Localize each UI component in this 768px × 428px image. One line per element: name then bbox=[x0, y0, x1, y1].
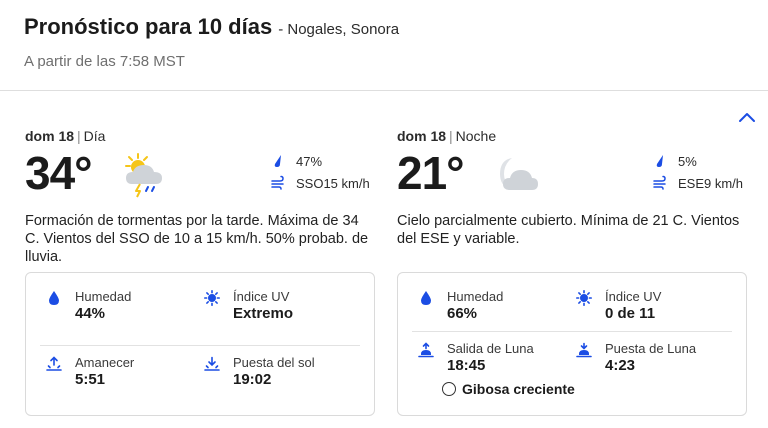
precip-row: 5% bbox=[652, 150, 743, 172]
daypart-date: dom 18 bbox=[397, 128, 447, 144]
temperature: 21° bbox=[397, 147, 465, 199]
uv-label: Índice UV bbox=[605, 289, 662, 304]
moonset-icon bbox=[576, 342, 592, 358]
humidity-drop-icon bbox=[49, 291, 59, 305]
night-panel: dom 18 | Noche 21° 5% ESE9 km/h Cielo parc… bbox=[397, 128, 749, 416]
sunset-icon bbox=[204, 356, 220, 371]
moon-phase: Gibosa creciente bbox=[442, 381, 575, 397]
sunset-label: Puesta del sol bbox=[233, 355, 315, 370]
details-card: Humedad 44% Índice UV Extremo Amanecer 5… bbox=[25, 272, 375, 416]
as-of-timestamp: A partir de las 7:58 MST bbox=[24, 53, 185, 70]
details-card: Humedad 66% Índice UV 0 de 11 Salida de … bbox=[397, 272, 747, 416]
partly-cloudy-night-icon bbox=[500, 158, 538, 190]
moonrise-label: Salida de Luna bbox=[447, 341, 534, 356]
day-panel: dom 18 | Día 34° 47% SSO15 km/h Formació… bbox=[25, 128, 377, 416]
moonrise-value: 18:45 bbox=[447, 357, 486, 374]
raindrop-icon bbox=[656, 155, 663, 167]
temperature-row: 34° 47% SSO15 km/h bbox=[25, 148, 377, 204]
sunrise-label: Amanecer bbox=[75, 355, 135, 370]
forecast-header: Pronóstico para 10 días - Nogales, Sonor… bbox=[24, 14, 744, 70]
uv-sun-icon bbox=[576, 290, 592, 306]
details-divider bbox=[40, 345, 360, 346]
sunrise-icon bbox=[46, 356, 62, 371]
wind-icon bbox=[271, 175, 284, 190]
header-divider bbox=[0, 90, 768, 91]
humidity-label: Humedad bbox=[447, 289, 504, 304]
uv-label: Índice UV bbox=[233, 289, 290, 304]
raindrop-icon bbox=[274, 155, 281, 167]
temperature-row: 21° 5% ESE9 km/h bbox=[397, 148, 749, 204]
precip-row: 47% bbox=[270, 150, 370, 172]
sunrise-value: 5:51 bbox=[75, 371, 106, 388]
humidity-label: Humedad bbox=[75, 289, 132, 304]
moon-phase-label: Gibosa creciente bbox=[462, 381, 575, 397]
precip-wind-meta: 47% SSO15 km/h bbox=[270, 150, 370, 194]
humidity-value: 66% bbox=[447, 305, 478, 322]
moonrise-icon bbox=[418, 342, 434, 358]
daypart-header: dom 18 | Noche bbox=[397, 128, 749, 144]
precip-wind-meta: 5% ESE9 km/h bbox=[652, 150, 743, 194]
forecast-narrative: Cielo parcialmente cubierto. Mínima de 2… bbox=[397, 213, 740, 247]
daypart-name: Noche bbox=[455, 128, 497, 144]
chevron-up-icon[interactable] bbox=[738, 110, 756, 124]
title-line: Pronóstico para 10 días - Nogales, Sonor… bbox=[24, 14, 744, 40]
page-title: Pronóstico para 10 días bbox=[24, 14, 273, 39]
temperature: 34° bbox=[25, 147, 93, 199]
location-name: - Nogales, Sonora bbox=[278, 21, 400, 38]
forecast-narrative: Formación de tormentas por la tarde. Máx… bbox=[25, 213, 369, 265]
precip-chance: 5% bbox=[678, 153, 697, 169]
separator: | bbox=[77, 128, 81, 144]
sunset-value: 19:02 bbox=[233, 371, 272, 388]
daypart-date: dom 18 bbox=[25, 128, 75, 144]
moon-phase-icon bbox=[442, 382, 456, 396]
uv-value: 0 de 11 bbox=[605, 305, 656, 322]
humidity-value: 44% bbox=[75, 305, 106, 322]
daypart-header: dom 18 | Día bbox=[25, 128, 377, 144]
uv-sun-icon bbox=[204, 290, 220, 306]
uv-value: Extremo bbox=[233, 305, 294, 322]
wind-row: SSO15 km/h bbox=[270, 172, 370, 194]
moonset-label: Puesta de Luna bbox=[605, 341, 697, 356]
wind-value: ESE9 km/h bbox=[678, 175, 744, 191]
scattered-thunderstorms-icon bbox=[125, 153, 162, 198]
moonset-value: 4:23 bbox=[605, 357, 636, 374]
humidity-drop-icon bbox=[421, 291, 431, 305]
wind-icon bbox=[653, 175, 666, 190]
precip-chance: 47% bbox=[296, 153, 323, 169]
separator: | bbox=[449, 128, 453, 144]
details-divider bbox=[412, 331, 732, 332]
wind-row: ESE9 km/h bbox=[652, 172, 743, 194]
daypart-name: Día bbox=[83, 128, 106, 144]
wind-value: SSO15 km/h bbox=[296, 175, 370, 191]
